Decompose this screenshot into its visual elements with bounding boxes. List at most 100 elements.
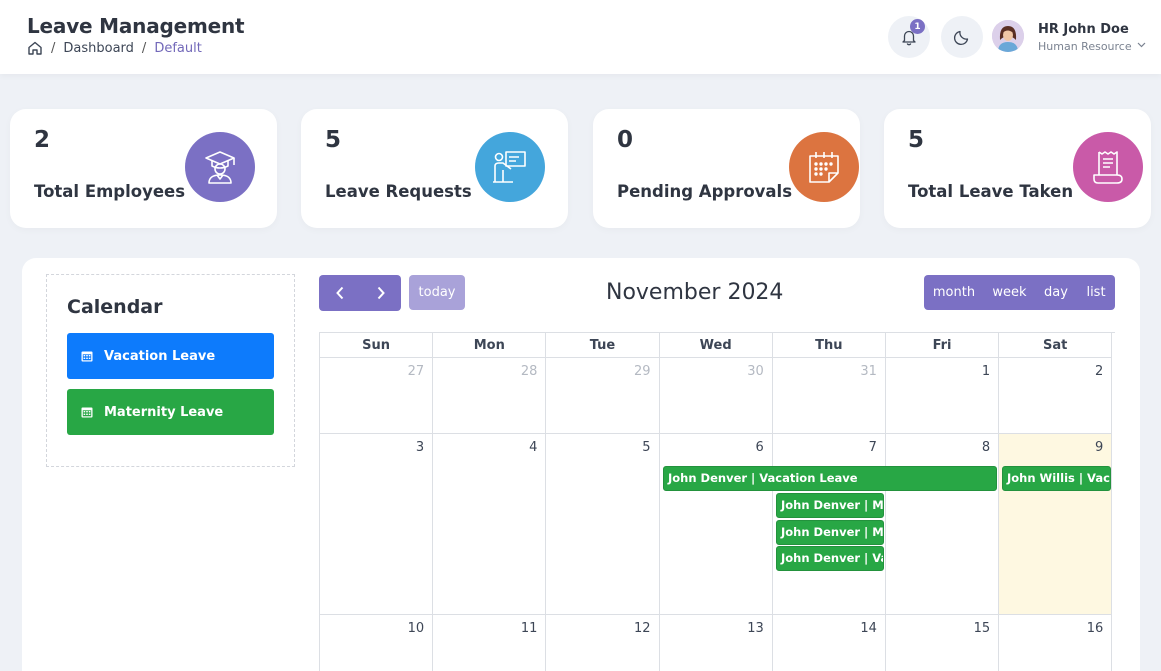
day-number[interactable]: 5 bbox=[642, 440, 650, 455]
day-cell[interactable]: 5 bbox=[546, 434, 660, 615]
stat-card-total-employees: 2 Total Employees bbox=[10, 109, 277, 228]
calendar-event[interactable]: John Denver | Vacation Leave bbox=[663, 466, 997, 491]
day-number[interactable]: 2 bbox=[1095, 364, 1103, 379]
day-cell[interactable]: 13 bbox=[660, 615, 773, 671]
day-number[interactable]: 8 bbox=[982, 440, 990, 455]
day-of-week: Fri bbox=[885, 333, 1000, 358]
stat-value: 5 bbox=[908, 127, 925, 153]
today-button[interactable]: today bbox=[409, 275, 465, 310]
calendar-event[interactable]: John Denver | Maternity Leave bbox=[776, 520, 884, 545]
day-number[interactable]: 3 bbox=[416, 440, 424, 455]
legend-title: Calendar bbox=[67, 296, 163, 318]
calendar-event[interactable]: John Denver | Vacation Leave bbox=[776, 546, 884, 571]
view-day-button[interactable]: day bbox=[1035, 275, 1077, 310]
chevron-left-icon bbox=[335, 286, 343, 300]
day-cell[interactable]: 8 bbox=[885, 434, 1000, 615]
view-list-button[interactable]: list bbox=[1077, 275, 1115, 310]
day-cell[interactable]: 2 bbox=[999, 358, 1113, 434]
day-of-week: Thu bbox=[772, 333, 886, 358]
calendar-icon bbox=[81, 351, 93, 362]
day-cell[interactable]: 4 bbox=[433, 434, 547, 615]
day-of-week: Sat bbox=[999, 333, 1113, 358]
day-number[interactable]: 4 bbox=[529, 440, 537, 455]
view-month-button[interactable]: month bbox=[924, 275, 984, 310]
user-name[interactable]: HR John Doe bbox=[1038, 22, 1129, 37]
calendar-nav bbox=[319, 275, 401, 311]
calendar-title: November 2024 bbox=[606, 280, 784, 305]
moon-icon bbox=[954, 30, 969, 45]
day-cell[interactable]: 10 bbox=[320, 615, 434, 671]
legend-maternity-leave[interactable]: Maternity Leave bbox=[67, 389, 274, 435]
month-grid: Sun Mon Tue Wed Thu Fri Sat 27 28 29 30 … bbox=[319, 332, 1115, 671]
day-cell[interactable]: 3 bbox=[320, 434, 434, 615]
calendar-icon bbox=[81, 407, 93, 418]
week-row: 3 4 5 6 7 8 9 bbox=[319, 434, 1115, 615]
calendar-event[interactable]: John Denver | Maternity Leave bbox=[776, 493, 884, 518]
day-of-week: Wed bbox=[659, 333, 773, 358]
day-cell[interactable]: 15 bbox=[886, 615, 1000, 671]
legend-label: Maternity Leave bbox=[104, 404, 224, 420]
stat-label: Total Leave Taken bbox=[908, 182, 1074, 201]
day-of-week: Mon bbox=[433, 333, 547, 358]
chevron-down-icon[interactable] bbox=[1137, 42, 1146, 48]
notifications-button[interactable]: 1 bbox=[888, 16, 930, 58]
day-number[interactable]: 10 bbox=[408, 621, 425, 636]
day-cell[interactable]: 6 bbox=[659, 434, 773, 615]
day-of-week: Sun bbox=[320, 333, 434, 358]
week-row: 27 28 29 30 31 1 2 bbox=[319, 358, 1115, 434]
day-cell[interactable]: 31 bbox=[772, 358, 886, 434]
day-number[interactable]: 7 bbox=[869, 440, 877, 455]
day-number[interactable]: 31 bbox=[860, 364, 877, 379]
home-icon[interactable] bbox=[27, 40, 43, 56]
breadcrumb-dashboard[interactable]: Dashboard bbox=[63, 41, 134, 56]
day-cell[interactable]: 28 bbox=[433, 358, 547, 434]
next-month-button[interactable] bbox=[360, 275, 401, 311]
receipt-icon bbox=[1073, 132, 1143, 202]
day-cell-today[interactable]: 9 bbox=[999, 434, 1113, 615]
notification-badge: 1 bbox=[910, 19, 925, 34]
stat-value: 2 bbox=[34, 127, 51, 153]
day-number[interactable]: 13 bbox=[747, 621, 764, 636]
calendar-event[interactable]: John Willis | Vacation Leave bbox=[1002, 466, 1111, 491]
day-number[interactable]: 30 bbox=[747, 364, 764, 379]
prev-month-button[interactable] bbox=[319, 275, 360, 311]
day-number[interactable]: 27 bbox=[408, 364, 425, 379]
top-header: Leave Management / Dashboard / Default 1… bbox=[0, 0, 1161, 74]
stat-card-leave-requests: 5 Leave Requests bbox=[301, 109, 568, 228]
day-cell[interactable]: 30 bbox=[659, 358, 773, 434]
day-number[interactable]: 28 bbox=[521, 364, 538, 379]
day-number[interactable]: 16 bbox=[1087, 621, 1104, 636]
days-of-week-header: Sun Mon Tue Wed Thu Fri Sat bbox=[319, 332, 1115, 358]
day-cell[interactable]: 14 bbox=[773, 615, 886, 671]
avatar[interactable] bbox=[992, 20, 1024, 52]
day-cell[interactable]: 16 bbox=[999, 615, 1113, 671]
day-cell[interactable]: 12 bbox=[546, 615, 660, 671]
day-of-week: Tue bbox=[546, 333, 660, 358]
day-number[interactable]: 11 bbox=[521, 621, 538, 636]
legend-vacation-leave[interactable]: Vacation Leave bbox=[67, 333, 274, 379]
graduate-icon bbox=[185, 132, 255, 202]
theme-toggle-button[interactable] bbox=[941, 16, 983, 58]
day-number[interactable]: 6 bbox=[755, 440, 763, 455]
stat-label: Leave Requests bbox=[325, 182, 472, 201]
day-number[interactable]: 9 bbox=[1095, 440, 1103, 455]
day-number[interactable]: 1 bbox=[982, 364, 990, 379]
calendar-legend: Calendar Vacation Leave Maternity Leave bbox=[46, 274, 295, 467]
view-switcher: month week day list bbox=[924, 275, 1115, 310]
user-role[interactable]: Human Resource bbox=[1038, 40, 1142, 53]
day-cell[interactable]: 1 bbox=[885, 358, 1000, 434]
breadcrumb-separator: / bbox=[141, 40, 147, 56]
chevron-right-icon bbox=[377, 286, 385, 300]
day-cell[interactable]: 29 bbox=[546, 358, 660, 434]
day-number[interactable]: 15 bbox=[974, 621, 991, 636]
page-title: Leave Management bbox=[27, 14, 245, 38]
day-cell[interactable]: 11 bbox=[433, 615, 547, 671]
day-cell[interactable]: 27 bbox=[320, 358, 434, 434]
stat-label: Pending Approvals bbox=[617, 182, 793, 201]
view-week-button[interactable]: week bbox=[984, 275, 1035, 310]
day-number[interactable]: 14 bbox=[860, 621, 877, 636]
breadcrumb-current: Default bbox=[154, 40, 202, 56]
stat-label: Total Employees bbox=[34, 182, 186, 201]
day-number[interactable]: 29 bbox=[634, 364, 651, 379]
day-number[interactable]: 12 bbox=[634, 621, 651, 636]
